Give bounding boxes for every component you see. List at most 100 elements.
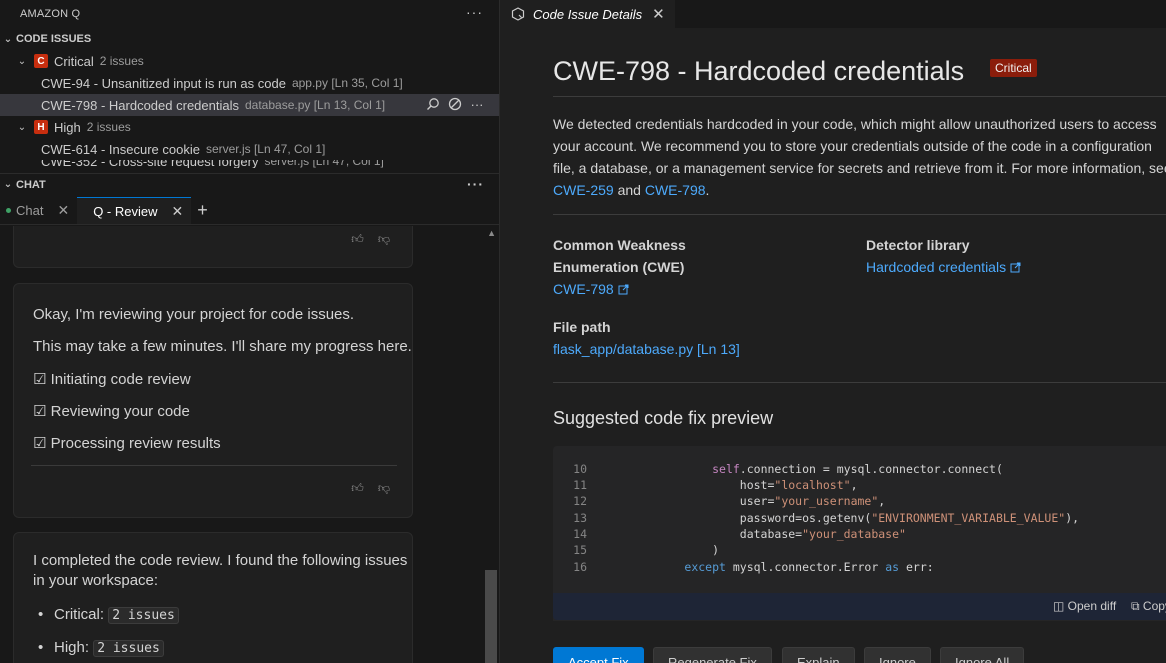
close-icon[interactable]: ✕: [652, 5, 665, 23]
search-icon[interactable]: [425, 97, 441, 114]
more-actions-icon[interactable]: ···: [469, 97, 485, 114]
severity-badge: Critical: [990, 59, 1037, 77]
thumbs-down-icon[interactable]: 👎︎: [378, 232, 390, 247]
message-text: I completed the code review. I found the…: [33, 552, 408, 589]
check-item: ☑ Initiating code review: [33, 371, 191, 388]
file-path-label: File path: [553, 319, 611, 335]
list-item: High: 2 issues: [14, 638, 164, 659]
group-label: High: [54, 119, 81, 135]
description-text: We detected credentials hardcoded in you…: [553, 116, 1166, 176]
new-tab-icon[interactable]: +: [191, 197, 214, 224]
chevron-down-icon: ⌄: [3, 179, 13, 190]
thumbs-down-icon[interactable]: 👎︎: [378, 481, 390, 496]
accept-fix-button[interactable]: Accept Fix: [553, 647, 644, 663]
more-actions-icon[interactable]: ···: [467, 176, 484, 192]
chat-card-previous: 👍︎ 👎︎: [13, 226, 413, 268]
bullet-label: High:: [54, 639, 90, 656]
amazon-q-icon: [511, 7, 525, 21]
more-actions-icon[interactable]: ···: [466, 4, 483, 20]
code-line: 11 host="localhost",: [573, 478, 858, 492]
feedback: 👍︎ 👎︎: [351, 481, 390, 496]
issue-location: database.py [Ln 13, Col 1]: [244, 98, 386, 112]
panel-title: AMAZON Q: [20, 8, 81, 20]
group-critical[interactable]: ⌄ C Critical 2 issues: [0, 50, 499, 72]
code-line: 16 except mysql.connector.Error as err:: [573, 560, 934, 574]
group-count: 2 issues: [99, 54, 144, 68]
ignore-icon[interactable]: [447, 97, 463, 114]
code-preview-footer: ◫ Open diff ⧉ Copy: [553, 593, 1166, 620]
amazon-q-sidebar: AMAZON Q ··· ⌄ CODE ISSUES ⌄ C Critical …: [0, 0, 500, 663]
critical-severity-icon: C: [34, 54, 48, 68]
status-dot-icon: [6, 208, 11, 213]
message-line: Okay, I'm reviewing your project for cod…: [33, 306, 355, 323]
issue-cwe-614[interactable]: CWE-614 - Insecure cookie server.js [Ln …: [0, 138, 499, 160]
code-issues-title: CODE ISSUES: [16, 33, 92, 45]
code-line: 15 ): [573, 543, 720, 557]
code-issue-details-panel: Code Issue Details ✕ CWE-798 - Hardcoded…: [501, 0, 1166, 663]
high-severity-icon: H: [34, 120, 48, 134]
scrollbar-thumb[interactable]: [485, 570, 497, 663]
check-item: ☑ Processing review results: [33, 435, 221, 452]
chevron-down-icon: ⌄: [17, 55, 27, 67]
cwe-798-link[interactable]: CWE-798: [645, 182, 706, 198]
issue-location: app.py [Ln 35, Col 1]: [291, 76, 403, 90]
file-path-link[interactable]: flask_app/database.py [Ln 13]: [553, 338, 740, 360]
group-count: 2 issues: [86, 120, 131, 134]
code-line: 14 database="your_database": [573, 527, 906, 541]
code-issues-header[interactable]: ⌄ CODE ISSUES: [0, 28, 499, 50]
issue-location: server.js [Ln 47, Col 1]: [264, 160, 384, 168]
detector-link-row: Hardcoded credentials: [866, 256, 1021, 278]
issue-description: We detected credentials hardcoded in you…: [553, 113, 1166, 201]
chat-header[interactable]: ⌄ CHAT ···: [0, 173, 499, 195]
detector-label: Detector library: [866, 237, 970, 253]
issue-title: CWE-352 - Cross-site request forgery: [41, 160, 259, 168]
tab-q-review[interactable]: Q - Review ✕: [77, 197, 192, 224]
cwe-link-row: CWE-798: [553, 278, 686, 300]
chevron-down-icon: ⌄: [3, 33, 13, 45]
detector-section: Detector library Hardcoded credentials: [866, 234, 1021, 278]
suggested-fix-title: Suggested code fix preview: [553, 408, 774, 428]
tab-label: Q - Review: [93, 203, 158, 219]
issue-cwe-798[interactable]: CWE-798 - Hardcoded credentials database…: [0, 94, 499, 116]
issue-title: CWE-798 - Hardcoded credentials: [41, 97, 239, 113]
chat-title: CHAT: [16, 178, 46, 191]
tab-label: Code Issue Details: [533, 6, 643, 22]
editor-tab-bar: Code Issue Details ✕: [501, 0, 1166, 28]
group-high[interactable]: ⌄ H High 2 issues: [0, 116, 499, 138]
message-line: This may take a few minutes. I'll share …: [33, 338, 412, 355]
ignore-all-button[interactable]: Ignore All: [940, 647, 1025, 663]
ignore-button[interactable]: Ignore: [864, 647, 931, 663]
detector-link[interactable]: Hardcoded credentials: [866, 259, 1006, 275]
chevron-down-icon: ⌄: [17, 121, 27, 133]
copy-button[interactable]: ⧉ Copy: [1131, 599, 1166, 614]
chat-card-reviewing: Okay, I'm reviewing your project for cod…: [13, 283, 413, 518]
divider: [553, 96, 1166, 97]
tab-code-issue-details[interactable]: Code Issue Details ✕: [501, 0, 675, 28]
bullet-value: 2 issues: [108, 607, 179, 624]
copy-icon: ⧉: [1131, 599, 1143, 613]
issue-cwe-94[interactable]: CWE-94 - Unsanitized input is run as cod…: [0, 72, 499, 94]
close-icon[interactable]: ✕: [57, 202, 69, 219]
open-diff-button[interactable]: ◫ Open diff: [1053, 599, 1116, 613]
open-diff-label: Open diff: [1067, 599, 1117, 613]
scroll-up-icon[interactable]: ▲: [487, 228, 496, 238]
panel-title-bar: AMAZON Q ···: [0, 0, 499, 28]
tab-chat[interactable]: Chat ✕: [0, 197, 77, 224]
file-path-section: File path flask_app/database.py [Ln 13]: [553, 316, 740, 360]
diff-icon: ◫: [1053, 599, 1068, 613]
cwe-link[interactable]: CWE-798: [553, 281, 614, 297]
issue-cwe-352[interactable]: CWE-352 - Cross-site request forgery ser…: [0, 160, 499, 168]
thumbs-up-icon[interactable]: 👍︎: [351, 232, 364, 247]
bullet-label: Critical:: [54, 606, 105, 623]
regenerate-fix-button[interactable]: Regenerate Fix: [653, 647, 772, 663]
list-item: Critical: 2 issues: [14, 605, 179, 626]
code-line: 13 password=os.getenv("ENVIRONMENT_VARIA…: [573, 511, 1080, 525]
code-line: 12 user="your_username",: [573, 494, 886, 508]
divider: [553, 382, 1166, 383]
chat-tab-bar: Chat ✕ Q - Review ✕ +: [0, 197, 499, 225]
thumbs-up-icon[interactable]: 👍︎: [351, 481, 364, 496]
row-actions: ···: [425, 97, 485, 114]
cwe-259-link[interactable]: CWE-259: [553, 182, 614, 198]
close-icon[interactable]: ✕: [172, 203, 184, 220]
explain-button[interactable]: Explain: [782, 647, 855, 663]
